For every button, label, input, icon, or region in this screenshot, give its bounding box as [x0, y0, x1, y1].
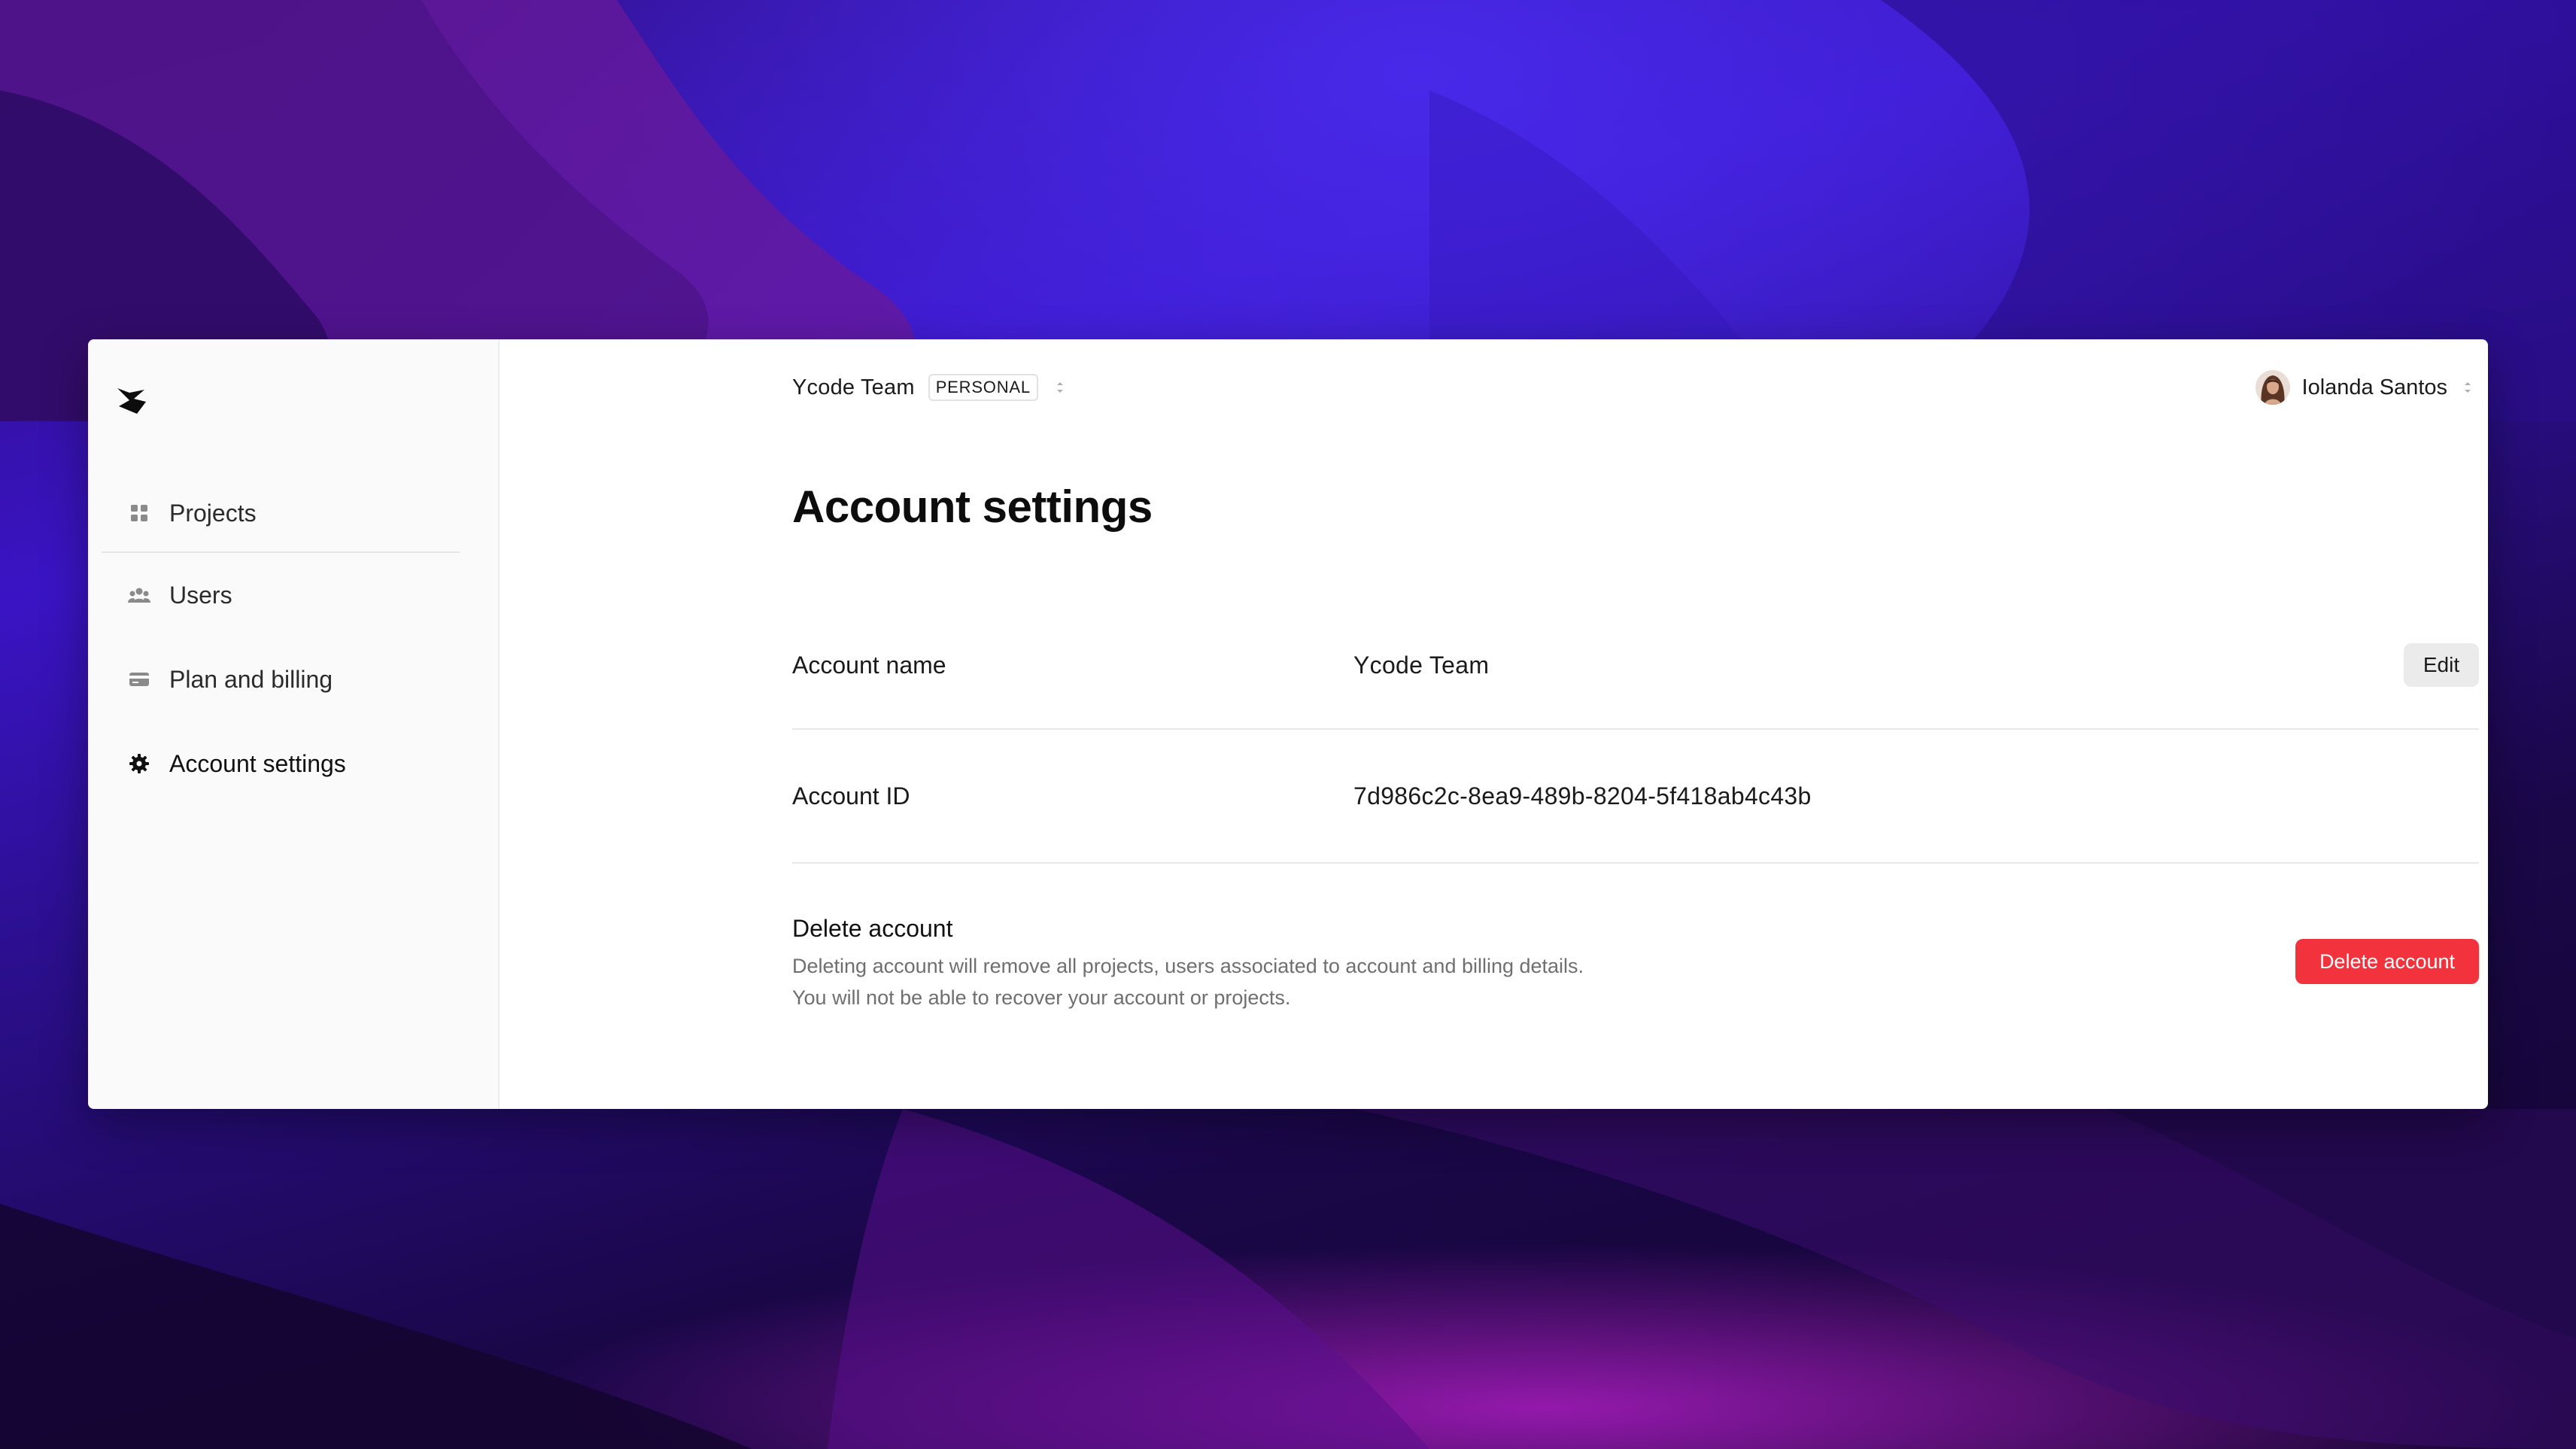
user-name: Iolanda Santos	[2301, 375, 2447, 399]
sidebar-item-label: Account settings	[169, 749, 346, 777]
sidebar-item-plan-and-billing[interactable]: Plan and billing	[102, 637, 460, 721]
sidebar-item-label: Plan and billing	[169, 665, 333, 693]
plan-badge: PERSONAL	[928, 374, 1038, 401]
account-name-row: Account name Ycode Team Edit	[792, 602, 2479, 730]
app-window: Projects Users Plan and billing Account …	[88, 339, 2488, 1109]
gear-icon	[127, 752, 151, 776]
delete-account-title: Delete account	[792, 915, 953, 942]
sidebar-nav: Projects Users Plan and billing Account …	[102, 475, 460, 806]
users-icon	[127, 583, 151, 607]
sidebar-item-users[interactable]: Users	[102, 553, 460, 637]
team-switcher[interactable]: Ycode Team PERSONAL	[792, 372, 1065, 402]
desktop-background: Projects Users Plan and billing Account …	[0, 0, 2576, 1449]
account-id-value: 7d986c2c-8ea9-489b-8204-5f418ab4c43b	[1353, 782, 1812, 810]
account-name-label: Account name	[792, 651, 946, 679]
credit-card-icon	[127, 667, 151, 691]
edit-account-name-button[interactable]: Edit	[2404, 643, 2479, 687]
chevron-up-down-icon	[2465, 382, 2471, 393]
settings-list: Account name Ycode Team Edit Account ID …	[792, 602, 2479, 1013]
chevron-up-down-icon	[1056, 382, 1063, 393]
sidebar-item-label: Users	[169, 581, 232, 609]
delete-account-row: Delete account Deleting account will rem…	[792, 864, 2479, 1013]
sidebar-item-label: Projects	[169, 499, 257, 527]
delete-account-button[interactable]: Delete account	[2295, 939, 2479, 984]
account-name-value: Ycode Team	[1353, 651, 1490, 679]
sidebar-item-projects[interactable]: Projects	[102, 475, 460, 551]
grid-icon	[127, 501, 151, 525]
account-id-label: Account ID	[792, 782, 910, 810]
delete-account-description: Deleting account will remove all project…	[792, 955, 1584, 1009]
avatar	[2255, 370, 2290, 405]
sidebar-item-account-settings[interactable]: Account settings	[102, 721, 460, 806]
team-name: Ycode Team	[792, 375, 915, 399]
main-content: Ycode Team PERSONAL Iolanda Santos Accou…	[500, 339, 2488, 1109]
page-title: Account settings	[792, 481, 1153, 532]
ycode-logo-icon[interactable]	[114, 384, 149, 415]
sidebar: Projects Users Plan and billing Account …	[88, 339, 500, 1109]
user-menu[interactable]: Iolanda Santos	[2255, 369, 2473, 406]
account-id-row: Account ID 7d986c2c-8ea9-489b-8204-5f418…	[792, 730, 2479, 864]
